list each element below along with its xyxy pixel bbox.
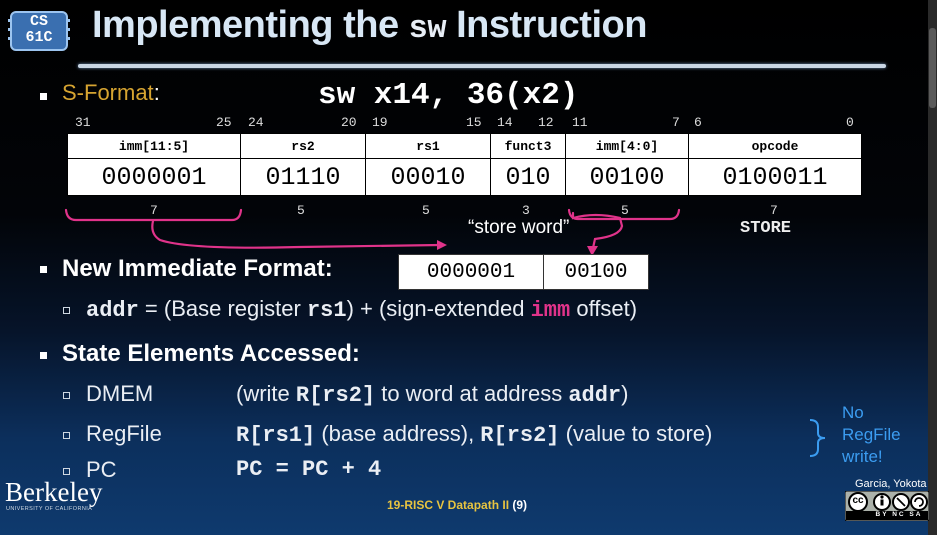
sub-bullet bbox=[63, 432, 70, 439]
text: (value to store) bbox=[559, 421, 713, 446]
addr-line: addr = (Base register rs1) + (sign-exten… bbox=[86, 296, 637, 323]
text: (base address), bbox=[315, 421, 481, 446]
sub-bullet bbox=[63, 392, 70, 399]
state-desc-pc: PC = PC + 4 bbox=[236, 457, 382, 482]
addr-eq: = (Base register bbox=[138, 296, 307, 321]
footer-label: 19-RISC V Datapath II (9) bbox=[387, 498, 527, 512]
berkeley-logo: Berkeley bbox=[5, 477, 103, 507]
cc-mark: cc bbox=[852, 495, 864, 506]
state-heading: State Elements Accessed: bbox=[62, 340, 360, 367]
imm-high-bits: 0000001 bbox=[398, 254, 544, 290]
footer-text: 19-RISC V Datapath II bbox=[387, 498, 513, 512]
text: to word at address bbox=[375, 381, 569, 406]
page-number: (9) bbox=[512, 498, 528, 512]
addr-code: addr bbox=[86, 298, 139, 323]
cc-license-labels: BY NC SA bbox=[875, 511, 923, 518]
text: (write bbox=[236, 381, 296, 406]
new-imm-heading: New Immediate Format: bbox=[62, 255, 333, 282]
addr-end: offset) bbox=[570, 296, 638, 321]
authors: Garcia, Yokota bbox=[855, 478, 927, 490]
cc-license-badge: cc BY NC SA bbox=[844, 490, 930, 522]
state-desc-regfile: R[rs1] (base address), R[rs2] (value to … bbox=[236, 421, 712, 448]
berkeley-subtitle: UNIVERSITY OF CALIFORNIA bbox=[6, 506, 93, 512]
state-desc-dmem: (write R[rs2] to word at address addr) bbox=[236, 381, 628, 408]
text: ) bbox=[621, 381, 629, 406]
sub-bullet bbox=[63, 468, 70, 475]
code: R[rs2] bbox=[295, 383, 376, 408]
addr-mid: ) + (sign-extended bbox=[346, 296, 531, 321]
bullet bbox=[40, 266, 47, 273]
slide: CS 61C Implementing the sw Instruction S… bbox=[0, 0, 937, 535]
rs1-code: rs1 bbox=[306, 298, 347, 323]
imm-code: imm bbox=[530, 298, 571, 323]
imm-low-bits: 00100 bbox=[543, 254, 649, 290]
state-name-dmem: DMEM bbox=[86, 381, 154, 406]
state-name-regfile: RegFile bbox=[86, 421, 162, 446]
code: addr bbox=[568, 383, 622, 408]
no-regfile-write-note: No RegFile write! bbox=[842, 403, 901, 466]
code: R[rs2] bbox=[480, 423, 560, 448]
new-immediate-box: 0000001 00100 bbox=[398, 254, 649, 290]
right-brace-icon bbox=[809, 419, 826, 457]
sub-bullet bbox=[63, 307, 70, 314]
code: R[rs1] bbox=[236, 423, 316, 448]
bullet bbox=[40, 352, 47, 359]
